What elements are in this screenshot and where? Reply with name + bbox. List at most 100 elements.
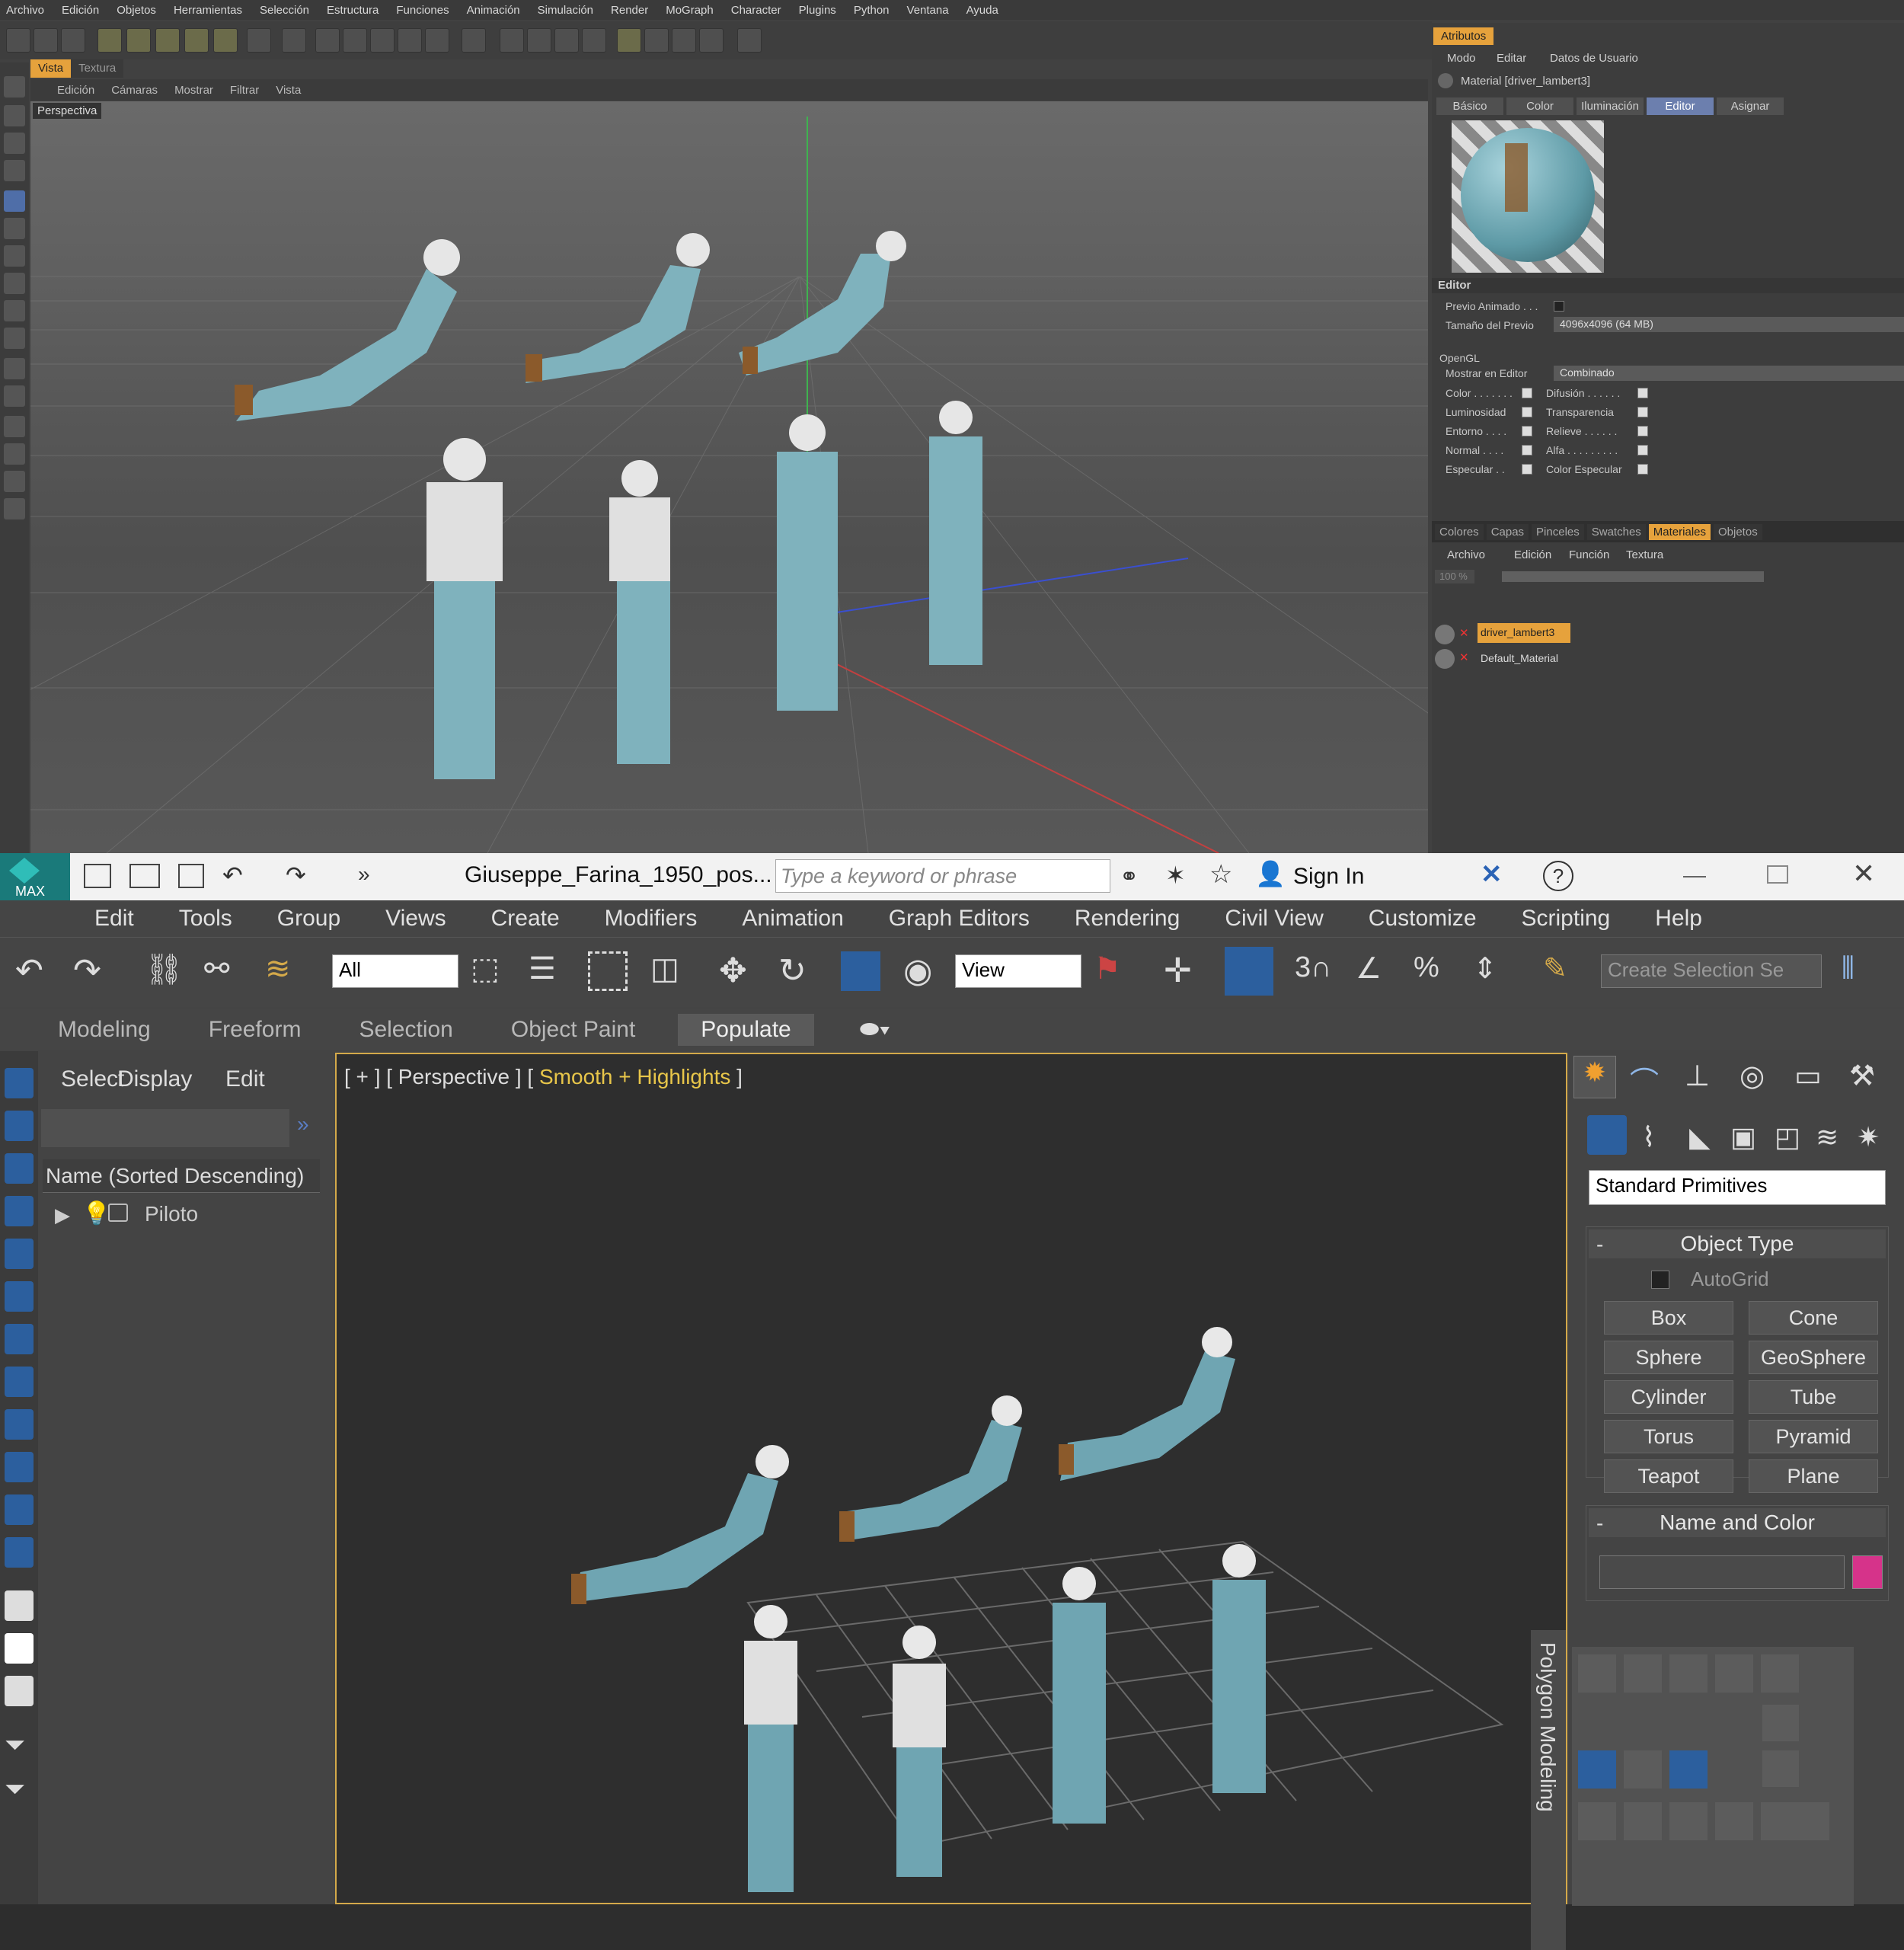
preserve-uvs-icon[interactable]: [1578, 1750, 1616, 1789]
magnet-icon[interactable]: [213, 28, 238, 53]
manipulate-icon[interactable]: ✛: [1164, 951, 1203, 991]
chan-especular-toggle[interactable]: [1522, 464, 1532, 475]
menu-group[interactable]: Group: [277, 906, 340, 932]
mat-menu-archivo[interactable]: Archivo: [1447, 548, 1485, 561]
group-icon[interactable]: [108, 1204, 128, 1222]
expand-triangle-icon[interactable]: ▶: [55, 1204, 70, 1227]
ref-coord-dropdown[interactable]: View: [955, 954, 1081, 988]
cameras-category-icon[interactable]: ▣: [1730, 1121, 1756, 1153]
paste-icon[interactable]: [1762, 1705, 1799, 1741]
close-icon[interactable]: ✕: [1852, 858, 1875, 890]
autogrid-checkbox[interactable]: [1651, 1271, 1669, 1289]
ribbon-freeform[interactable]: Freeform: [209, 1017, 302, 1043]
swiftloop-icon[interactable]: [1715, 1802, 1753, 1840]
open-folder-icon[interactable]: [129, 864, 160, 888]
redo-icon[interactable]: ↷: [73, 951, 113, 991]
sphere-icon[interactable]: [4, 498, 25, 519]
search-input[interactable]: Type a keyword or phrase: [775, 859, 1110, 893]
view-menu-filtrar[interactable]: Filtrar: [230, 84, 259, 97]
object-color-swatch[interactable]: [1852, 1555, 1883, 1589]
tab-pinceles[interactable]: Pinceles: [1532, 524, 1584, 540]
minimize-icon[interactable]: [1683, 876, 1706, 878]
smudge-icon[interactable]: [4, 328, 25, 349]
display-frozen-icon[interactable]: [5, 1494, 34, 1525]
display-lights-icon[interactable]: [5, 1153, 34, 1184]
teapot-button[interactable]: Teapot: [1604, 1459, 1733, 1493]
shapes-category-icon[interactable]: ⌇: [1642, 1121, 1656, 1153]
deformer-icon[interactable]: [699, 28, 724, 53]
chan-alfa-toggle[interactable]: [1637, 445, 1648, 456]
angle-snap-icon[interactable]: ∠: [1356, 951, 1395, 991]
scale-icon[interactable]: [841, 951, 880, 991]
keyframe-icon[interactable]: [315, 28, 340, 53]
c4d-viewport[interactable]: Perspectiva: [30, 101, 1428, 853]
geometry-category-icon[interactable]: [1587, 1115, 1627, 1155]
torus-button[interactable]: Torus: [1604, 1420, 1733, 1453]
name-color-header[interactable]: Name and Color: [1589, 1508, 1886, 1537]
bulb-icon[interactable]: 💡: [82, 1200, 110, 1227]
eyedropper-icon[interactable]: [4, 416, 25, 437]
display-spacewarps-icon[interactable]: [5, 1281, 34, 1312]
eraser-icon[interactable]: [4, 245, 25, 267]
select-object-icon[interactable]: ⬚: [471, 951, 510, 991]
tab-colores[interactable]: Colores: [1435, 524, 1484, 540]
modify-tab-icon[interactable]: ⌒: [1630, 1059, 1659, 1101]
display-groups-icon[interactable]: [5, 1324, 34, 1354]
mat-menu-textura[interactable]: Textura: [1626, 548, 1663, 561]
subtab-asignar[interactable]: Asignar: [1717, 98, 1784, 115]
percent-snap-icon[interactable]: %: [1414, 951, 1453, 991]
view-menu-edicion[interactable]: Edición: [57, 84, 94, 97]
pivot-icon[interactable]: ⚑: [1094, 951, 1133, 991]
explorer-menu-display[interactable]: Display: [117, 1066, 192, 1092]
display-helpers-icon[interactable]: [5, 1239, 34, 1269]
mirror-icon[interactable]: ⫴: [1842, 951, 1881, 991]
polygon-icon[interactable]: [1715, 1654, 1753, 1693]
cylinder-button[interactable]: Cylinder: [1604, 1380, 1733, 1414]
view-menu-mostrar[interactable]: Mostrar: [174, 84, 213, 97]
placement-icon[interactable]: ◉: [903, 951, 943, 991]
fill-icon[interactable]: [4, 273, 25, 294]
geosphere-button[interactable]: GeoSphere: [1749, 1341, 1878, 1374]
sign-in-button[interactable]: Sign In: [1293, 864, 1364, 890]
overflow-icon[interactable]: »: [358, 862, 370, 887]
render-view-icon[interactable]: [500, 28, 524, 53]
menu-character[interactable]: Character: [731, 4, 781, 17]
filter-settings-icon[interactable]: ⏷: [5, 1775, 34, 1805]
column-header-name[interactable]: Name (Sorted Descending): [43, 1159, 320, 1193]
rotate-icon[interactable]: [184, 28, 209, 53]
filter-icon[interactable]: ⏷: [5, 1731, 34, 1761]
menu-render[interactable]: Render: [611, 4, 648, 17]
selection-filter-dropdown[interactable]: All: [332, 954, 458, 988]
material-item-default[interactable]: Default_Material: [1478, 649, 1570, 669]
zoom-slider[interactable]: [1502, 571, 1764, 582]
border-icon[interactable]: [1669, 1654, 1708, 1693]
new-file-icon[interactable]: [84, 864, 111, 888]
previo-animado-checkbox[interactable]: [1554, 301, 1564, 312]
attr-menu-editar[interactable]: Editar: [1497, 52, 1526, 65]
polygon-modeling-tab[interactable]: Polygon Modeling: [1531, 1630, 1566, 1950]
hierarchy-tab-icon[interactable]: ⊥: [1685, 1059, 1710, 1093]
zoom-icon[interactable]: [4, 443, 25, 465]
expand-arrows-icon[interactable]: »: [297, 1112, 309, 1136]
object-axis-icon[interactable]: [247, 28, 271, 53]
undo-icon[interactable]: ↶: [15, 951, 55, 991]
close-x-icon[interactable]: ✕: [1459, 651, 1469, 664]
explorer-menu-edit[interactable]: Edit: [225, 1066, 265, 1092]
mat-menu-edicion[interactable]: Edición: [1514, 548, 1551, 561]
explorer-menu-select[interactable]: Select: [61, 1066, 124, 1092]
view-menu-camaras[interactable]: Cámaras: [111, 84, 158, 97]
rollout-collapse-icon[interactable]: -: [1596, 1511, 1603, 1536]
plane-button[interactable]: Plane: [1749, 1459, 1878, 1493]
menu-herramientas[interactable]: Herramientas: [174, 4, 242, 17]
ribbon-modeling[interactable]: Modeling: [58, 1017, 151, 1043]
text-icon[interactable]: [4, 358, 25, 379]
display-none-icon[interactable]: [5, 1633, 34, 1664]
close-x-icon[interactable]: ✕: [1459, 626, 1469, 640]
zoom-field[interactable]: 100 %: [1435, 570, 1474, 583]
menu-ayuda[interactable]: Ayuda: [966, 4, 998, 17]
menu-edicion[interactable]: Edición: [62, 4, 99, 17]
tab-capas[interactable]: Capas: [1486, 524, 1529, 540]
chan-difusion-toggle[interactable]: [1637, 388, 1648, 398]
redo-icon[interactable]: ↷: [286, 861, 306, 890]
lasso-icon[interactable]: [4, 133, 25, 154]
